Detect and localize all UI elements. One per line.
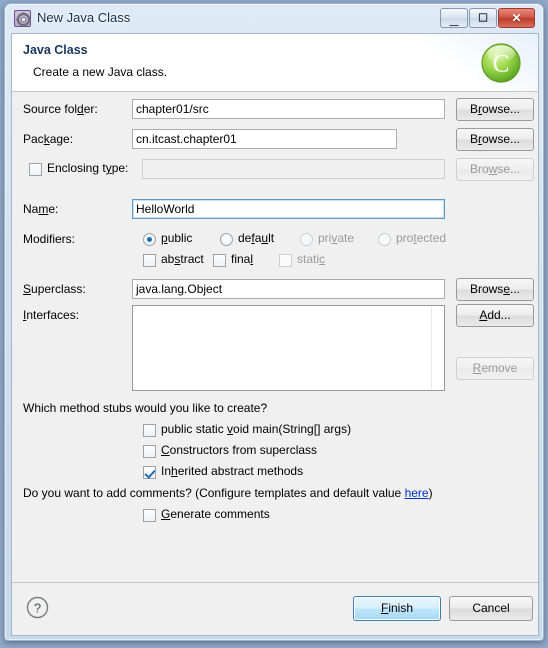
java-class-icon [14, 10, 31, 27]
comments-question: Do you want to add comments? (Configure … [23, 486, 433, 500]
dialog-client-area: Java Class Create a new Java class. C So… [11, 33, 539, 636]
modifier-radio-default[interactable] [220, 233, 233, 246]
package-browse-button[interactable]: Browse... [456, 128, 534, 151]
superclass-browse-button[interactable]: Browse... [456, 278, 534, 301]
window-title: New Java Class [37, 10, 131, 25]
enclosing-type-label: Enclosing type: [47, 161, 129, 175]
enclosing-type-input [142, 159, 445, 179]
interfaces-add-button[interactable]: Add... [456, 304, 534, 327]
form-body: Source folder: chapter01/src Browse... P… [12, 92, 538, 581]
modifier-checkbox-final[interactable] [213, 254, 226, 267]
stub-checkbox-constructors[interactable] [143, 445, 156, 458]
generate-comments-label: Generate comments [161, 507, 270, 521]
comments-question-suffix: ) [428, 486, 433, 500]
finish-button[interactable]: Finish [353, 596, 441, 621]
stub-label-main: public static void main(String[] args) [161, 422, 352, 436]
configure-templates-link[interactable]: here [405, 486, 429, 500]
superclass-label: Superclass: [23, 282, 86, 296]
banner-subtitle: Create a new Java class. [33, 65, 168, 79]
stub-label-inherited: Inherited abstract methods [161, 464, 304, 478]
enclosing-type-browse-button: Browse... [456, 158, 534, 181]
modifier-label-abstract: abstract [161, 252, 204, 266]
banner-title: Java Class [23, 43, 88, 57]
help-icon[interactable]: ? [26, 596, 49, 619]
close-button[interactable]: ✕ [498, 8, 535, 28]
modifier-checkbox-abstract[interactable] [143, 254, 156, 267]
svg-text:C: C [493, 51, 510, 78]
modifiers-label: Modifiers: [23, 232, 76, 246]
dialog-window: New Java Class — ☐ ✕ Java Class Create a… [4, 3, 544, 641]
modifier-label-protected: protected [396, 231, 447, 245]
modifier-label-static: static [297, 252, 326, 266]
modifier-radio-public[interactable] [143, 233, 156, 246]
source-folder-label: Source folder: [23, 102, 98, 116]
source-folder-browse-button[interactable]: Browse... [456, 98, 534, 121]
package-label: Package: [23, 132, 74, 146]
stub-label-constructors: Constructors from superclass [161, 443, 318, 457]
interfaces-remove-button: Remove [456, 357, 534, 380]
minimize-button[interactable]: — [440, 8, 468, 30]
modifier-radio-private [300, 233, 313, 246]
superclass-input[interactable]: java.lang.Object [132, 279, 445, 299]
modifier-radio-protected [378, 233, 391, 246]
modifier-label-public: public [161, 231, 193, 245]
interfaces-list[interactable] [132, 305, 445, 391]
name-input[interactable]: HelloWorld [132, 199, 445, 219]
interfaces-label: Interfaces: [23, 308, 80, 322]
green-c-wizard-icon: C [479, 41, 523, 85]
stub-checkbox-main[interactable] [143, 424, 156, 437]
source-folder-input[interactable]: chapter01/src [132, 99, 445, 119]
modifier-label-default: default [238, 231, 275, 245]
modifier-label-private: private [318, 231, 355, 245]
modifier-checkbox-static [279, 254, 292, 267]
stub-checkbox-inherited[interactable] [143, 466, 156, 479]
package-input[interactable]: cn.itcast.chapter01 [132, 129, 397, 149]
dialog-footer: ? Finish Cancel [12, 582, 538, 635]
method-stubs-question: Which method stubs would you like to cre… [23, 401, 268, 415]
enclosing-type-checkbox[interactable] [29, 163, 42, 176]
modifier-label-final: final [231, 252, 254, 266]
generate-comments-checkbox[interactable] [143, 509, 156, 522]
cancel-button[interactable]: Cancel [449, 596, 533, 621]
comments-question-prefix: Do you want to add comments? (Configure … [23, 486, 405, 500]
name-label: Name: [23, 202, 59, 216]
wizard-banner: Java Class Create a new Java class. C [12, 34, 538, 92]
title-bar[interactable]: New Java Class — ☐ ✕ [5, 4, 543, 34]
svg-text:?: ? [34, 601, 41, 616]
maximize-button[interactable]: ☐ [469, 8, 497, 28]
